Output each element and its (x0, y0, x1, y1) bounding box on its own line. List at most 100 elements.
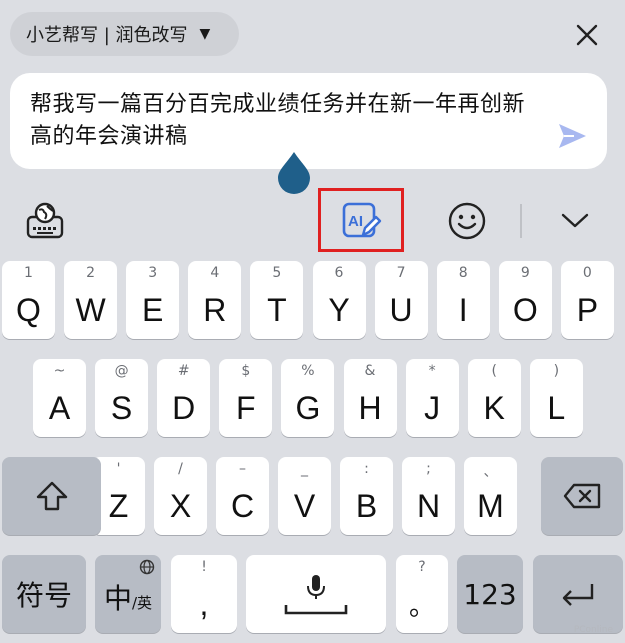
key-label: F (236, 390, 256, 426)
send-button[interactable] (556, 120, 588, 152)
emoji-icon (448, 202, 486, 240)
key-label: Q (16, 292, 41, 328)
key-x[interactable]: / X (154, 457, 207, 535)
key-hint: ; (426, 461, 431, 477)
key-label: M (477, 488, 504, 524)
key-s[interactable]: @ S (95, 359, 149, 437)
key-label: P (576, 292, 599, 328)
key-d[interactable]: # D (157, 359, 211, 437)
key-label: U (389, 292, 413, 328)
shift-key[interactable] (2, 457, 101, 535)
numbers-label: 123 (463, 577, 517, 611)
enter-key[interactable] (533, 555, 623, 633)
key-o[interactable]: 9O (498, 261, 552, 339)
ai-write-icon: AI (342, 202, 382, 238)
key-label: D (172, 390, 196, 426)
key-hint: @ (114, 363, 129, 379)
key-hint: 3 (148, 265, 158, 281)
key-hint: 5 (272, 265, 282, 281)
svg-text:AI: AI (348, 213, 363, 230)
symbols-key[interactable]: 符号 (2, 555, 86, 633)
key-hint: / (178, 461, 183, 477)
key-hint: : (364, 461, 369, 477)
key-hint: _ (301, 461, 308, 477)
key-hint: $ (241, 363, 251, 379)
comma-key[interactable]: ! , (171, 555, 237, 633)
key-label: C (230, 488, 255, 524)
key-k[interactable]: (K (467, 359, 521, 437)
backspace-icon (563, 483, 601, 509)
key-label: A (48, 390, 71, 426)
key-label: X (169, 488, 192, 524)
top-bar: 小艺帮写 | 润色改写 ▼ (0, 0, 625, 70)
key-label: N (416, 488, 441, 524)
key-label: G (295, 390, 321, 426)
backspace-key[interactable] (541, 457, 623, 535)
symbols-label: 符号 (15, 579, 72, 612)
key-hint: 7 (396, 265, 406, 281)
comma-hint: ! (201, 559, 207, 575)
close-icon (576, 24, 598, 46)
key-hint: # (177, 363, 190, 379)
language-switch-key[interactable]: 中/英 (95, 555, 161, 633)
period-key[interactable]: ? 。 (396, 555, 448, 633)
key-hint: 1 (24, 265, 33, 281)
key-p[interactable]: 0P (560, 261, 614, 339)
key-hint: 8 (458, 265, 468, 281)
key-label: T (267, 292, 287, 328)
key-v[interactable]: _ V (278, 457, 331, 535)
lang-sub-label: /英 (131, 593, 153, 612)
emoji-button[interactable] (444, 198, 490, 244)
send-icon (559, 124, 586, 148)
key-a[interactable]: ~ A (33, 359, 86, 437)
globe-keyboard-icon (26, 202, 64, 239)
key-q[interactable]: 1Q (2, 261, 55, 339)
period-label: 。 (408, 591, 435, 621)
key-u[interactable]: 7U (374, 261, 428, 339)
key-hint: 0 (582, 265, 592, 281)
collapse-keyboard-button[interactable] (552, 198, 598, 244)
key-g[interactable]: % G (281, 359, 335, 437)
key-hint: & (364, 363, 376, 379)
key-n[interactable]: ; N (402, 457, 455, 535)
key-j[interactable]: * J (405, 359, 459, 437)
key-hint: % (301, 363, 315, 379)
key-hint: 2 (86, 265, 96, 281)
key-l[interactable]: ) L (529, 359, 583, 437)
key-r[interactable]: 4R (188, 261, 242, 339)
key-m[interactable]: 、 M (464, 457, 517, 535)
key-label: E (142, 292, 164, 328)
key-hint: ) (553, 363, 560, 379)
key-f[interactable]: $ F (219, 359, 273, 437)
key-hint: ( (491, 363, 497, 379)
mode-selector[interactable]: 小艺帮写 | 润色改写 ▼ (10, 12, 239, 56)
key-label: V (293, 488, 316, 524)
keyboard-toolbar (0, 186, 625, 254)
key-h[interactable]: & H (343, 359, 397, 437)
key-i[interactable]: 8I (436, 261, 490, 339)
globe-keyboard-button[interactable] (22, 198, 68, 244)
key-y[interactable]: 6Y (312, 261, 366, 339)
key-w[interactable]: 2W (64, 261, 118, 339)
watermark: PConline (573, 625, 613, 635)
key-b[interactable]: :B (340, 457, 393, 535)
close-button[interactable] (572, 20, 602, 50)
key-hint: 6 (334, 265, 344, 281)
key-e[interactable]: 3E (126, 261, 180, 339)
shift-icon (36, 481, 67, 511)
key-label: Y (328, 292, 350, 328)
ai-write-button[interactable]: AI (336, 198, 386, 244)
numbers-key[interactable]: 123 (457, 555, 523, 633)
prompt-text: 帮我写一篇百分百完成业绩任务并在新一年再创新高的年会演讲稿 (30, 92, 526, 149)
key-hint: ~ (53, 363, 66, 379)
key-hint: 4 (210, 265, 220, 281)
key-label: H (358, 390, 382, 426)
enter-icon (562, 584, 594, 606)
key-t[interactable]: 5T (250, 261, 304, 339)
key-label: K (483, 390, 505, 426)
caret-down-icon: ▼ (199, 26, 211, 42)
space-key[interactable] (246, 555, 386, 633)
key-c[interactable]: – C (216, 457, 269, 535)
comma-label: , (199, 586, 209, 622)
period-hint: ? (418, 559, 426, 575)
